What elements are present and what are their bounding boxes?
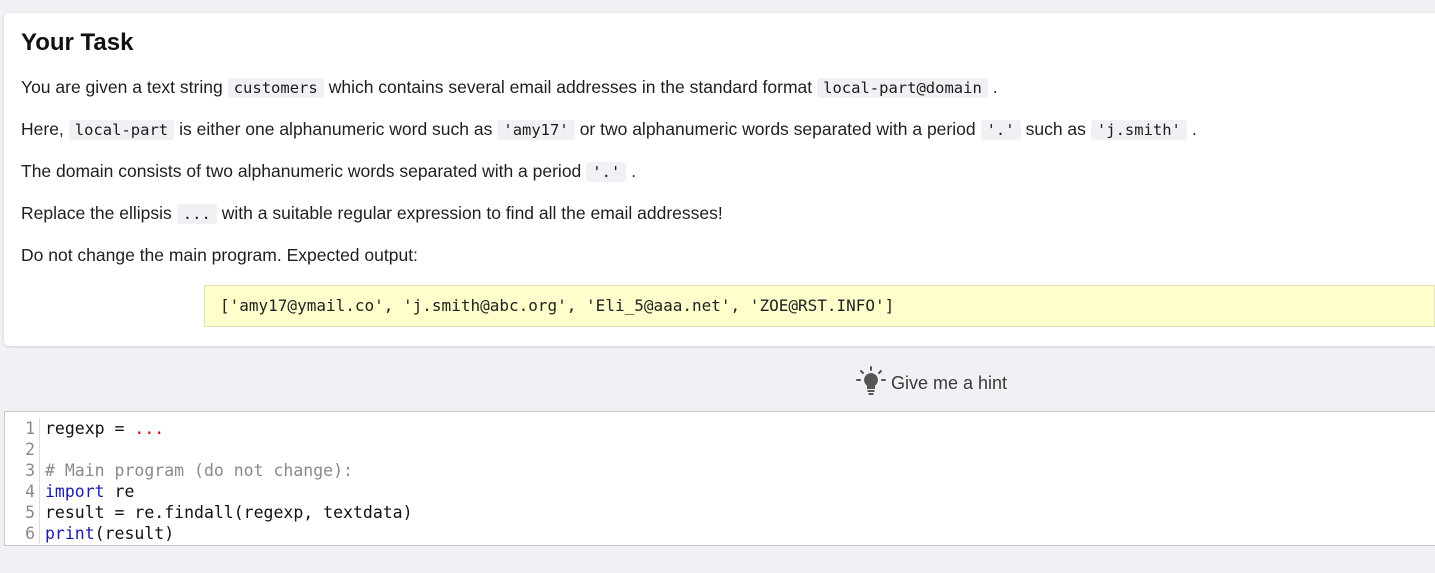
line-number: 1 (5, 418, 40, 439)
text: . (992, 77, 998, 97)
text: Here, (21, 119, 64, 139)
code-text: regexp = ... (40, 418, 164, 439)
text: You are given a text string (21, 77, 223, 97)
text: Replace the ellipsis (21, 203, 172, 223)
code-text: import re (40, 481, 134, 502)
keyword-token: import (45, 482, 105, 501)
code-line: 5 result = re.findall(regexp, textdata) (5, 502, 1435, 523)
lightbulb-icon (855, 365, 891, 402)
code-customers: customers (227, 78, 324, 98)
text: The domain consists of two alphanumeric … (21, 161, 582, 181)
code-local-part-domain: local-part@domain (817, 78, 988, 98)
code-amy17: 'amy17' (497, 120, 575, 140)
code-token: (result) (94, 524, 175, 543)
task-paragraph-2: Here, local-part is either one alphanumeri… (21, 118, 1197, 141)
builtin-token: print (45, 524, 95, 543)
task-card: Your Task You are given a text string cus… (4, 13, 1435, 346)
code-comment: # Main program (do not change): (45, 461, 353, 480)
line-number: 3 (5, 460, 40, 481)
code-ellipsis: ... (176, 204, 217, 224)
line-number: 2 (5, 439, 40, 460)
code-line: 3 # Main program (do not change): (5, 460, 1435, 481)
code-line: 2 (5, 439, 1435, 460)
line-number: 5 (5, 502, 40, 523)
code-period: '.' (980, 120, 1021, 140)
code-token: re (104, 482, 135, 501)
text: . (1191, 119, 1197, 139)
task-title: Your Task (21, 29, 134, 56)
code-period: '.' (586, 162, 627, 182)
text: is either one alphanumeric word such as (179, 119, 493, 139)
task-paragraph-4: Replace the ellipsis... with a suitable r… (21, 202, 723, 225)
text: which contains several email addresses i… (328, 77, 813, 97)
code-text: print(result) (40, 523, 174, 544)
text: . (631, 161, 637, 181)
code-line: 1 regexp = ... (5, 418, 1435, 439)
task-paragraph-1: You are given a text string customers whic… (21, 76, 998, 99)
ellipsis-token: ... (134, 419, 165, 438)
text: Do not change the main program. Expected… (21, 245, 418, 265)
line-number: 4 (5, 481, 40, 502)
code-text: result = re.findall(regexp, textdata) (45, 503, 413, 522)
code-token: regexp = (45, 419, 135, 438)
code-line: 6 print(result) (5, 523, 1435, 544)
text: such as (1025, 119, 1086, 139)
hint-label: Give me a hint (891, 372, 1008, 393)
code-j-smith: 'j.smith' (1090, 120, 1187, 140)
expected-output: ['amy17@ymail.co', 'j.smith@abc.org', 'E… (204, 285, 1435, 327)
text: with a suitable regular expression to fi… (221, 203, 723, 223)
task-paragraph-3: The domain consists of two alphanumeric … (21, 160, 636, 183)
code-editor[interactable]: 1 regexp = ... 2 3 # Main program (do no… (4, 411, 1435, 546)
code-line: 4 import re (5, 481, 1435, 502)
task-paragraph-5: Do not change the main program. Expected… (21, 244, 418, 266)
line-number: 6 (5, 523, 40, 544)
code-local-part: local-part (68, 120, 175, 140)
text: or two alphanumeric words separated with… (579, 119, 976, 139)
hint-button[interactable]: Give me a hint (855, 365, 1008, 402)
